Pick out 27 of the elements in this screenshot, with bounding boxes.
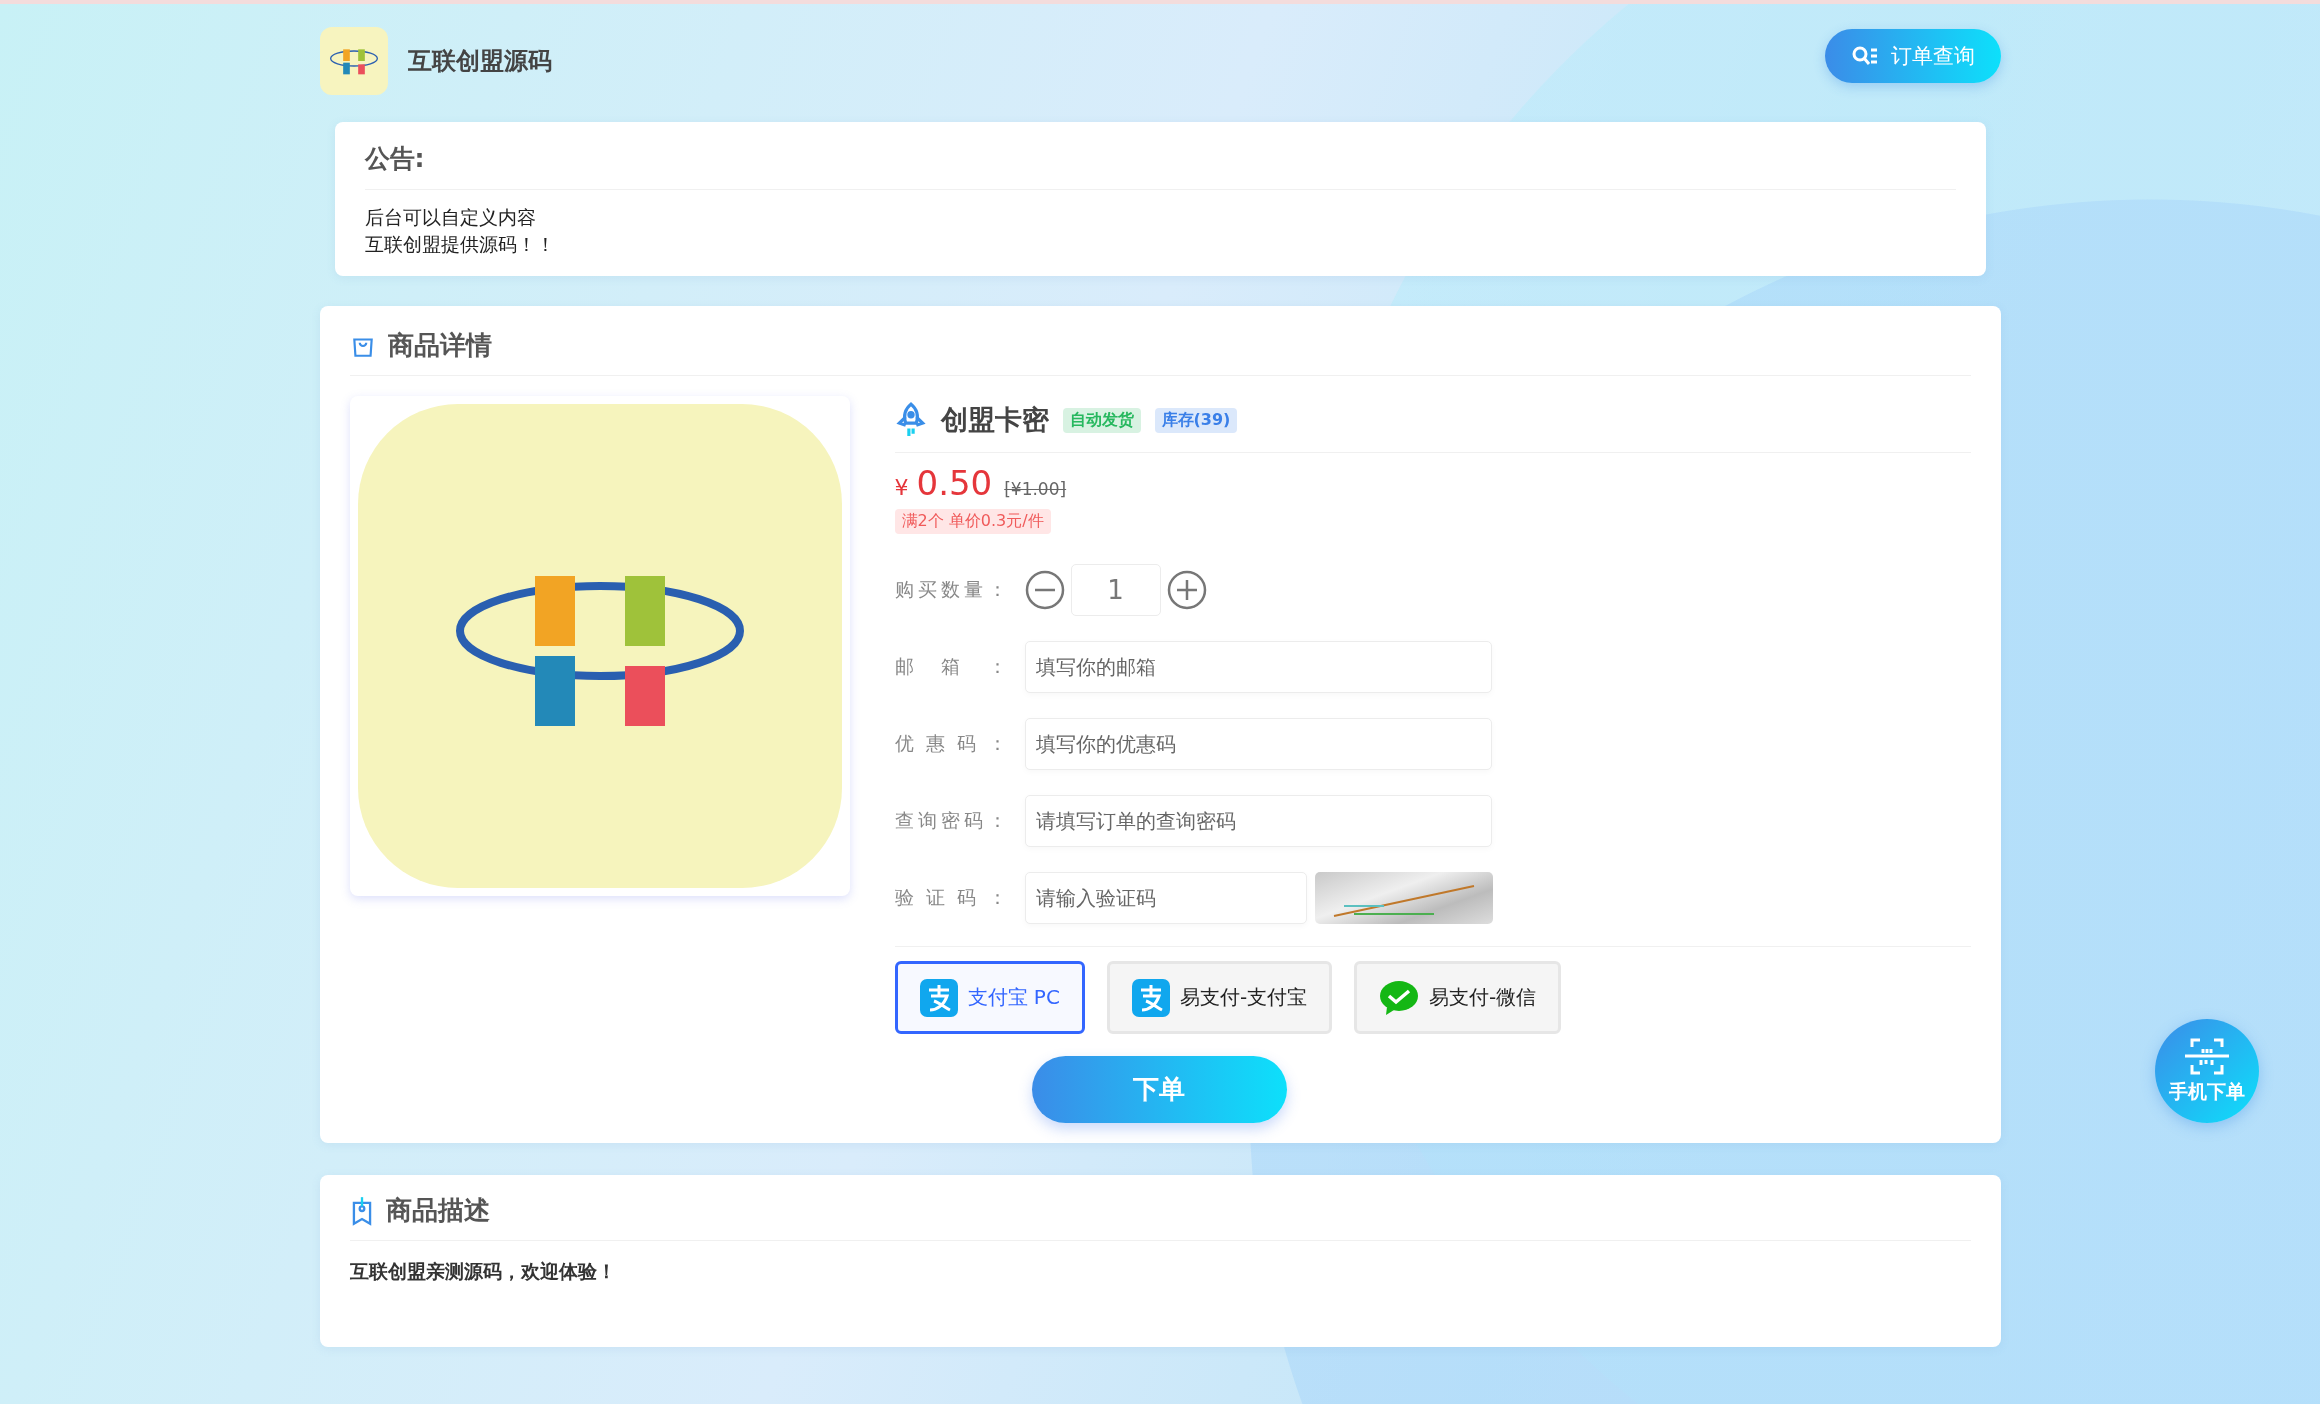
site-name: 互联创盟源码 [407, 46, 552, 77]
field-label: 验证码： [894, 885, 1007, 910]
product-name: 创盟卡密 [940, 403, 1049, 437]
notice-text: 后台可以自定义内容 [364, 205, 537, 230]
text-field[interactable]: 填写你的邮箱 [1024, 641, 1492, 693]
text-field[interactable]: 请填写订单的查询密码 [1024, 795, 1492, 847]
price: ¥ 0.50 [894, 463, 993, 503]
field-label: 购买数量： [894, 577, 1007, 602]
quantity-field[interactable]: 1 [1070, 564, 1161, 616]
notice-text: 互联创盟提供源码！！ [364, 232, 556, 257]
description-text: 互联创盟亲测源码，欢迎体验！ [349, 1259, 617, 1284]
product-tag: 库存(39) [1154, 407, 1238, 433]
notice-title: 公告: [364, 136, 1956, 190]
text-field[interactable]: 填写你的优惠码 [1024, 718, 1492, 770]
captcha-field[interactable]: 请输入验证码 [1024, 872, 1307, 924]
payment-option[interactable]: 易支付-微信 [1354, 961, 1562, 1034]
section-title: 商品详情 [387, 329, 492, 362]
submit-order-button[interactable]: 下单 [1031, 1056, 1287, 1123]
product-tag: 自动发货 [1062, 407, 1141, 433]
field-label: 查询密码： [894, 808, 1007, 833]
section-title: 商品描述 [385, 1194, 490, 1227]
payment-option[interactable]: 支付宝 PC [894, 961, 1085, 1034]
original-price: [¥1.00] [1004, 479, 1067, 499]
field-label: 优惠码： [894, 731, 1007, 756]
payment-option[interactable]: 易支付-支付宝 [1106, 961, 1333, 1034]
discount-badge: 满2个 单价0.3元/件 [894, 509, 1051, 534]
field-label: 邮箱： [894, 654, 1007, 679]
